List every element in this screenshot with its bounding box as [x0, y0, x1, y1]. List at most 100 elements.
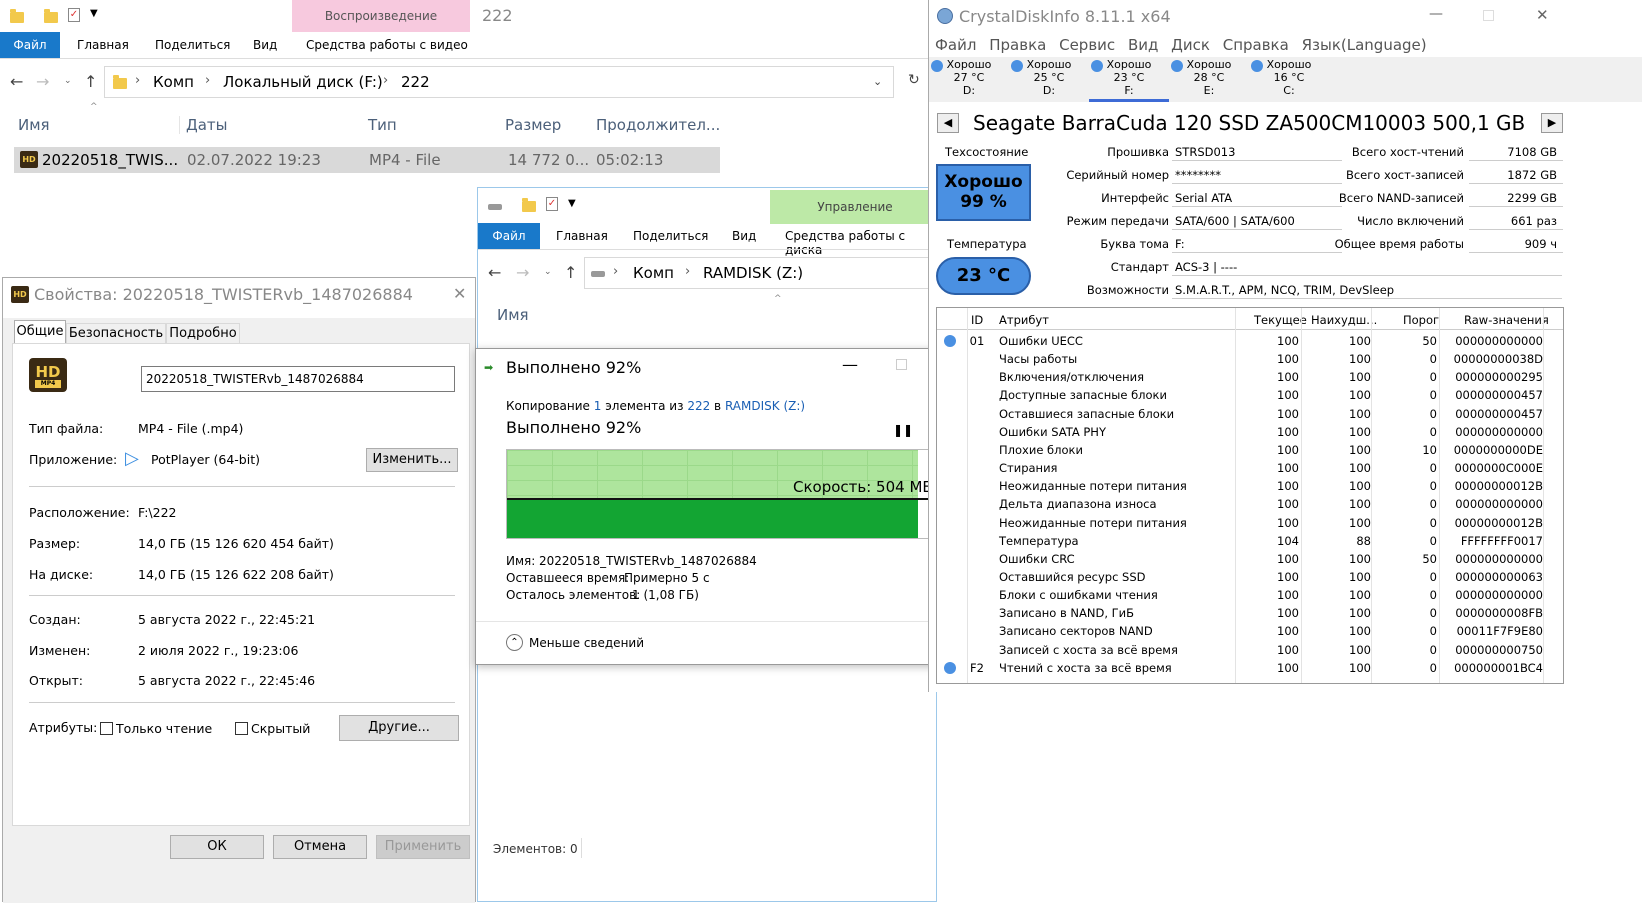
copy-dest-link[interactable]: RAMDISK (Z:)	[725, 399, 805, 413]
next-disk-icon[interactable]: ▶	[1541, 113, 1563, 133]
table-row[interactable]: Оставшиеся запасные блоки 100 100 0 00000000…	[937, 405, 1563, 423]
readonly-label[interactable]: Только чтение	[116, 721, 212, 736]
close-icon[interactable]: ✕	[1536, 6, 1549, 24]
nav-forward-icon[interactable]: →	[516, 263, 529, 282]
chevron-down-icon[interactable]: ▼	[90, 8, 98, 19]
breadcrumb-disk-f[interactable]: Локальный диск (F:)	[223, 73, 383, 91]
other-attributes-button[interactable]: Другие...	[339, 715, 459, 741]
context-tab-playback[interactable]: Воспроизведение	[292, 0, 470, 32]
table-row[interactable]: Записано секторов NAND 100 100 0 00011F7F9E8…	[937, 622, 1563, 640]
pause-icon[interactable]: ❚❚	[893, 423, 913, 437]
drive-tab-2-selected[interactable]: Хорошо 23 °C F:	[1089, 58, 1169, 102]
col-current[interactable]: Текущее	[1254, 313, 1307, 327]
col-threshold[interactable]: Порог	[1403, 313, 1439, 327]
ribbon-tab-view[interactable]: Вид	[253, 38, 277, 52]
hidden-checkbox[interactable]	[235, 722, 248, 735]
ribbon-tab-file[interactable]: Файл	[478, 223, 540, 249]
col-header-name[interactable]: Имя	[497, 306, 529, 324]
menu-file[interactable]: Файл	[935, 36, 976, 54]
breadcrumb-222[interactable]: 222	[401, 73, 430, 91]
properties-icon[interactable]: ✓	[68, 8, 80, 22]
table-row[interactable]: Неожиданные потери питания 100 100 0 0000000…	[937, 514, 1563, 532]
table-row[interactable]: Записей с хоста за всё время 100 100 0 00000…	[937, 641, 1563, 659]
close-icon[interactable]: ✕	[453, 284, 466, 303]
table-row[interactable]: Стирания 100 100 0 0000000C000E	[937, 459, 1563, 477]
copy-source-link[interactable]: 222	[687, 399, 710, 413]
address-dropdown-icon[interactable]: ⌄	[873, 75, 882, 88]
nav-up-icon[interactable]: ↑	[564, 263, 577, 282]
address-bar[interactable]: › Комп › RAMDISK (Z:)	[584, 257, 938, 289]
nav-back-icon[interactable]: ←	[10, 72, 23, 91]
refresh-icon[interactable]: ↻	[908, 72, 920, 88]
col-header-size[interactable]: Размер	[505, 116, 561, 134]
col-header-date[interactable]: Даты	[179, 116, 228, 134]
prev-disk-icon[interactable]: ◀	[937, 113, 959, 133]
col-raw[interactable]: Raw-значения	[1464, 313, 1549, 327]
table-row[interactable]: Ошибки SATA PHY 100 100 0 000000000000	[937, 423, 1563, 441]
apply-button[interactable]: Применить	[376, 835, 470, 859]
table-row[interactable]: Плохие блоки 100 100 10 0000000000DE	[937, 441, 1563, 459]
ribbon-tab-disk-tools[interactable]: Средства работы с диска	[785, 229, 936, 257]
menu-service[interactable]: Сервис	[1059, 36, 1115, 54]
menu-view[interactable]: Вид	[1128, 36, 1158, 54]
menu-edit[interactable]: Правка	[989, 36, 1046, 54]
table-row[interactable]: Блоки с ошибками чтения 100 100 0 0000000000…	[937, 586, 1563, 604]
new-folder-icon[interactable]	[44, 9, 58, 23]
recent-chevron-icon[interactable]: ⌄	[544, 267, 552, 277]
tab-general[interactable]: Общие	[14, 320, 66, 344]
table-row[interactable]: Включения/отключения 100 100 0 000000000295	[937, 368, 1563, 386]
table-row[interactable]: Дельта диапазона износа 100 100 0 0000000000…	[937, 495, 1563, 513]
table-row[interactable]: Оставшийся ресурс SSD 100 100 0 000000000063	[937, 568, 1563, 586]
tab-security[interactable]: Безопасность	[66, 323, 166, 344]
tab-details[interactable]: Подробно	[166, 323, 240, 344]
table-row[interactable]: Ошибки CRC 100 100 50 000000000000	[937, 550, 1563, 568]
ribbon-tab-home[interactable]: Главная	[556, 229, 608, 243]
col-id[interactable]: ID	[971, 313, 983, 327]
less-details-button[interactable]: Меньше сведений	[529, 636, 644, 650]
menu-language[interactable]: Язык(Language)	[1302, 36, 1427, 54]
properties-icon[interactable]: ✓	[546, 197, 558, 211]
drive-tab-0[interactable]: Хорошо 27 °C D:	[929, 58, 1009, 102]
col-header-duration[interactable]: Продолжител...	[596, 116, 720, 134]
ok-button[interactable]: ОК	[170, 835, 264, 859]
table-row[interactable]: F2 Чтений с хоста за всё время 100 100 0 0000…	[937, 659, 1563, 677]
nav-forward-icon[interactable]: →	[36, 72, 49, 91]
col-header-type[interactable]: Тип	[368, 116, 397, 134]
chevron-down-icon[interactable]: ▼	[568, 198, 576, 209]
recent-chevron-icon[interactable]: ⌄	[64, 76, 72, 86]
hidden-label[interactable]: Скрытый	[251, 721, 310, 736]
breadcrumb-ramdisk[interactable]: RAMDISK (Z:)	[703, 264, 803, 282]
table-row[interactable]: Доступные запасные блоки 100 100 0 000000000…	[937, 386, 1563, 404]
nav-back-icon[interactable]: ←	[488, 263, 501, 282]
context-tab-manage[interactable]: Управление	[770, 190, 940, 224]
ribbon-tab-share[interactable]: Поделиться	[155, 38, 230, 52]
table-row[interactable]: Температура 104 88 0 FFFFFFFF0017	[937, 532, 1563, 550]
ribbon-tab-file[interactable]: Файл	[0, 32, 60, 58]
table-row[interactable]: 01 Ошибки UECC 100 100 50 000000000000	[937, 332, 1563, 350]
collapse-details-icon[interactable]: ⌃	[506, 634, 523, 651]
minimize-icon[interactable]: —	[1429, 6, 1443, 22]
table-row[interactable]: Записано в NAND, ГиБ 100 100 0 0000000008FB	[937, 604, 1563, 622]
folder-icon[interactable]	[522, 198, 536, 212]
ribbon-tab-share[interactable]: Поделиться	[633, 229, 708, 243]
table-row[interactable]: Часы работы 100 100 0 00000000038D	[937, 350, 1563, 368]
menu-help[interactable]: Справка	[1223, 36, 1289, 54]
nav-up-icon[interactable]: ↑	[84, 72, 97, 91]
breadcrumb-computer[interactable]: Комп	[633, 264, 674, 282]
address-bar[interactable]: › Комп › Локальный диск (F:) › 222 ⌄	[104, 66, 894, 98]
col-worst[interactable]: Наихудш...	[1311, 313, 1377, 327]
smart-table[interactable]: ID Атрибут Текущее Наихудш... Порог Raw-…	[936, 307, 1564, 684]
col-header-name[interactable]: Имя	[18, 116, 50, 134]
table-row[interactable]: Неожиданные потери питания 100 100 0 0000000…	[937, 477, 1563, 495]
file-row[interactable]: HD 20220518_TWIS... 02.07.2022 19:23 MP4…	[14, 147, 720, 173]
change-app-button[interactable]: Изменить...	[366, 448, 458, 472]
menu-disk[interactable]: Диск	[1171, 36, 1210, 54]
breadcrumb-computer[interactable]: Комп	[153, 73, 194, 91]
folder-icon[interactable]	[10, 9, 24, 23]
minimize-icon[interactable]: —	[842, 355, 858, 374]
drive-tab-3[interactable]: Хорошо 28 °C E:	[1169, 58, 1249, 102]
readonly-checkbox[interactable]	[100, 722, 113, 735]
ribbon-tab-video-tools[interactable]: Средства работы с видео	[306, 38, 468, 52]
cancel-button[interactable]: Отмена	[273, 835, 367, 859]
filename-field[interactable]: 20220518_TWISTERvb_1487026884	[141, 366, 455, 392]
